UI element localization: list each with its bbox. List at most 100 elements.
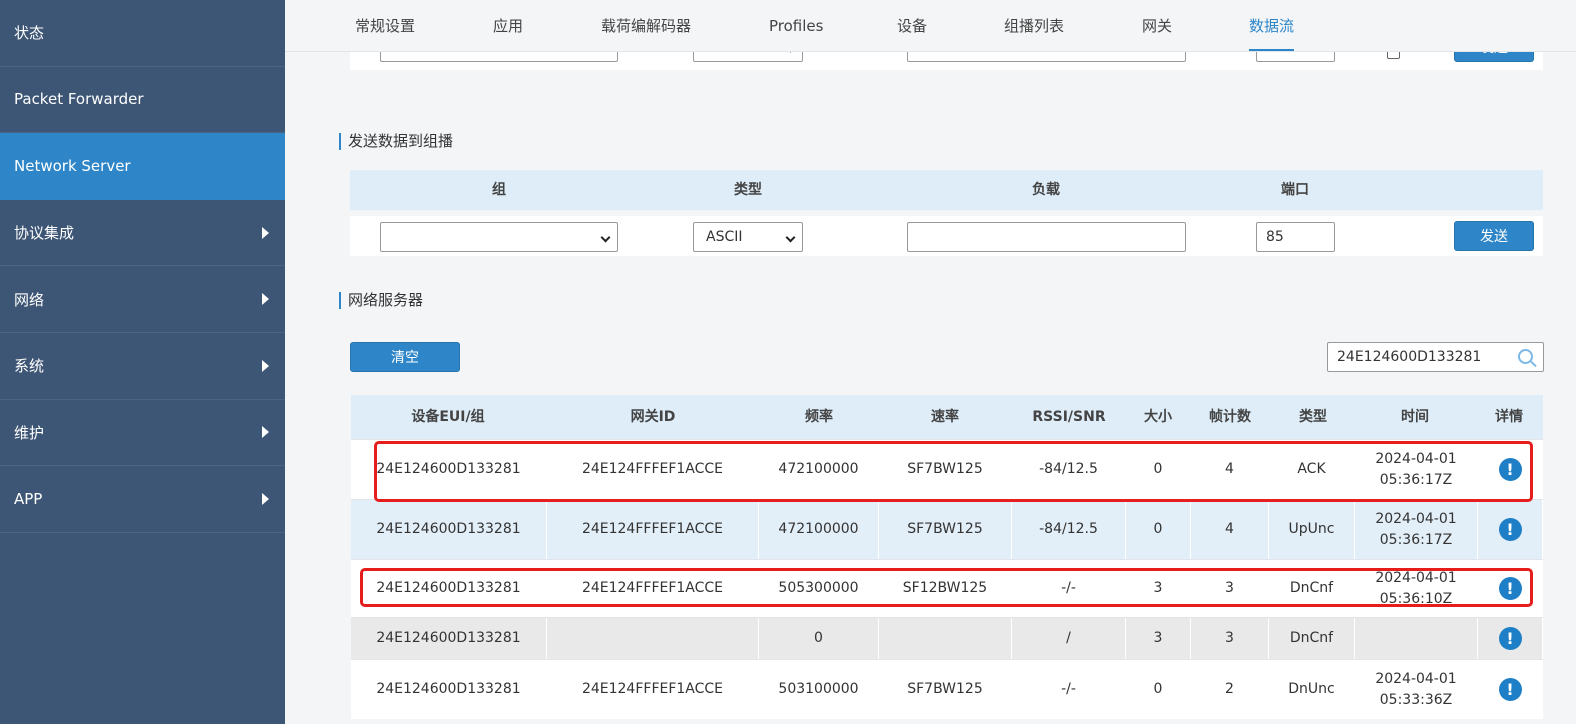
cell-detail: ! [1478, 440, 1543, 499]
multicast-section-title: 发送数据到组播 [339, 133, 453, 150]
cell-freq: 0 [759, 618, 879, 659]
cell-freq: 505300000 [759, 560, 879, 617]
cell-date: 2024-04-01 [1375, 450, 1457, 467]
search-icon[interactable] [1518, 349, 1533, 364]
clear-button[interactable]: 清空 [350, 342, 460, 372]
table-row[interactable]: 24E124600D133281 24E124FFFEF1ACCE 47210000… [351, 499, 1543, 559]
chevron-right-icon [262, 426, 269, 439]
chevron-right-icon [262, 492, 269, 505]
cell-eui: 24E124600D133281 [351, 500, 547, 559]
search-input[interactable]: 24E124600D133281 [1327, 342, 1544, 372]
column-header: 详情 [1495, 409, 1523, 425]
cell-eui: 24E124600D133281 [351, 660, 547, 719]
cell-gw [547, 618, 759, 659]
info-icon[interactable]: ! [1498, 518, 1522, 541]
cell-detail: ! [1478, 560, 1543, 617]
table-row[interactable]: 24E124600D133281 24E124FFFEF1ACCE 50310000… [351, 659, 1543, 719]
sidebar-item-label: 系统 [14, 357, 45, 376]
table-row[interactable]: 24E124600D133281 24E124FFFEF1ACCE 50530000… [351, 559, 1543, 617]
col-payload: 负载 [1032, 182, 1060, 198]
cell-rate [879, 618, 1012, 659]
cell-rssi: -/- [1012, 660, 1126, 719]
search-value: 24E124600D133281 [1337, 349, 1482, 365]
cell-gw: 24E124FFFEF1ACCE [547, 440, 759, 499]
tab[interactable]: 组播列表 [1004, 0, 1064, 52]
cell-time: 2024-04-01 05:36:10Z [1355, 560, 1478, 617]
sidebar-item[interactable]: 维护 [0, 400, 285, 467]
info-icon[interactable]: ! [1498, 577, 1522, 600]
sidebar-item-label: 状态 [14, 24, 45, 43]
sidebar-item[interactable]: APP [0, 466, 285, 533]
sidebar: 状态 Packet Forwarder Network Server 协议集成网络系统… [0, 0, 285, 724]
tab[interactable]: 载荷编解码器 [601, 0, 691, 52]
chevron-right-icon [262, 359, 269, 372]
column-header: RSSI/SNR [1032, 409, 1106, 425]
multicast-type-select[interactable]: ASCII [693, 222, 803, 252]
table-header: 设备EUI/组 网关ID 频率 速率 RSSI/SNR 大小 帧计数 类型 时间 详情 [351, 395, 1543, 439]
sidebar-item[interactable]: 协议集成 [0, 200, 285, 267]
cell-size: 0 [1126, 440, 1191, 499]
ns-section-title: 网络服务器 [339, 292, 423, 309]
sidebar-item-label: 维护 [14, 423, 45, 442]
column-header: 速率 [931, 409, 959, 425]
cell-clock: 05:36:17Z [1379, 531, 1453, 548]
cell-clock: 05:36:17Z [1379, 471, 1453, 488]
sidebar-item[interactable]: 状态 [0, 0, 285, 67]
cell-time: 2024-04-01 05:33:36Z [1355, 660, 1478, 719]
column-header: 类型 [1299, 409, 1327, 425]
multicast-input-row: ASCII 85 发送 [350, 216, 1543, 256]
multicast-port-input[interactable]: 85 [1256, 222, 1335, 252]
cell-clock: 05:36:10Z [1379, 590, 1453, 607]
cell-detail: ! [1478, 618, 1543, 659]
cell-fcnt: 4 [1191, 500, 1269, 559]
multicast-send-button[interactable]: 发送 [1454, 221, 1534, 251]
info-icon[interactable]: ! [1498, 458, 1522, 481]
cell-fcnt: 4 [1191, 440, 1269, 499]
cell-rate: SF12BW125 [879, 560, 1012, 617]
cell-eui: 24E124600D133281 [351, 440, 547, 499]
cell-date: 2024-04-01 [1375, 510, 1457, 527]
cell-rate: SF7BW125 [879, 440, 1012, 499]
cell-type: ACK [1269, 440, 1355, 499]
cell-fcnt: 3 [1191, 560, 1269, 617]
sidebar-item[interactable]: Network Server [0, 133, 285, 200]
column-header: 帧计数 [1209, 409, 1251, 425]
tab[interactable]: 常规设置 [355, 0, 415, 52]
tab[interactable]: 网关 [1142, 0, 1172, 52]
group-select[interactable] [380, 222, 618, 252]
sidebar-item[interactable]: Packet Forwarder [0, 67, 285, 134]
sidebar-item-label: 网络 [14, 290, 45, 309]
sidebar-item[interactable]: 系统 [0, 333, 285, 400]
cell-detail: ! [1478, 500, 1543, 559]
column-header: 频率 [805, 409, 833, 425]
cell-type: DnUnc [1269, 660, 1355, 719]
column-header: 网关ID [630, 409, 676, 425]
info-icon[interactable]: ! [1498, 678, 1522, 701]
sidebar-item-label: 协议集成 [14, 224, 75, 243]
info-icon[interactable]: ! [1498, 627, 1522, 650]
table-row[interactable]: 24E124600D133281 24E124FFFEF1ACCE 47210000… [351, 439, 1543, 499]
cell-time [1355, 618, 1478, 659]
sidebar-item-label: Network Server [14, 156, 131, 175]
cell-gw: 24E124FFFEF1ACCE [547, 500, 759, 559]
tab[interactable]: 数据流 [1249, 0, 1295, 52]
cell-type: UpUnc [1269, 500, 1355, 559]
column-header: 设备EUI/组 [411, 409, 485, 425]
sidebar-item[interactable]: 网络 [0, 266, 285, 333]
tab[interactable]: Profiles [769, 0, 823, 52]
cell-type: DnCnf [1269, 560, 1355, 617]
cell-eui: 24E124600D133281 [351, 618, 547, 659]
main-content: 0000000000000000 ASCII 85 发送 发送数据到组播 组 类… [285, 0, 1576, 724]
cell-size: 0 [1126, 500, 1191, 559]
tab[interactable]: 应用 [493, 0, 523, 52]
multicast-payload-input[interactable] [907, 222, 1186, 252]
table-row[interactable]: 24E124600D133281 0/3 3 DnCnf! [351, 617, 1543, 659]
tab[interactable]: 设备 [897, 0, 927, 52]
column-header: 大小 [1144, 409, 1172, 425]
col-group: 组 [492, 182, 506, 198]
cell-rssi: / [1012, 618, 1126, 659]
sidebar-item-label: APP [14, 489, 43, 508]
multicast-header-row: 组 类型 负载 端口 [350, 170, 1543, 210]
cell-rate: SF7BW125 [879, 500, 1012, 559]
top-tab-bar: 常规设置 应用 载荷编解码器 Profiles 设备 组播列表 网关 数据流 [285, 0, 1576, 52]
